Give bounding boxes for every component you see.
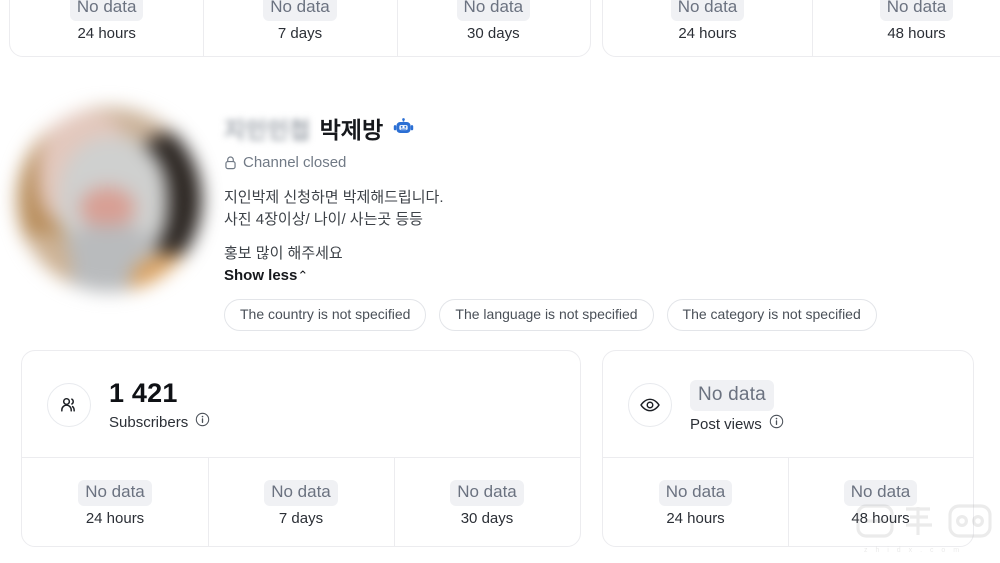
top-right-segment-0: No data 24 hours: [603, 0, 812, 56]
subscribers-header: 1 421 Subscribers: [22, 351, 580, 459]
channel-status-label: Channel closed: [243, 154, 347, 171]
channel-profile: 지인인첩 박제방 Channel closed 지인박제 신청하면 박제해드립니…: [0, 90, 1000, 335]
channel-title-blurred: 지인인첩: [224, 117, 311, 143]
segment-label: 30 days: [460, 510, 514, 527]
status-badge: No data: [450, 480, 524, 506]
subscribers-segment-1: No data 7 days: [208, 458, 394, 546]
post-views-label: Post views: [690, 415, 762, 433]
page-root: No data 24 hours No data 7 days No data …: [0, 0, 1000, 563]
segment-label: 24 hours: [678, 25, 737, 42]
watermark-text: z h i d x . c o m: [864, 547, 963, 554]
status-badge: No data: [78, 480, 152, 506]
profile-info: 지인인첩 박제방 Channel closed 지인박제 신청하면 박제해드립니…: [224, 113, 964, 286]
avatar[interactable]: [17, 107, 202, 292]
show-less-button[interactable]: Show less⌃: [224, 265, 308, 286]
segment-label: 7 days: [277, 25, 323, 42]
post-views-value-wrap: No data: [690, 375, 784, 411]
segment-label: 48 hours: [851, 510, 910, 527]
segment-label: 30 days: [467, 25, 520, 42]
post-views-segment-1: No data 48 hours: [788, 458, 973, 546]
top-left-segment-2: No data 30 days: [396, 0, 590, 56]
tag-country[interactable]: The country is not specified: [224, 299, 427, 331]
post-views-label-row: Post views: [690, 414, 784, 435]
top-left-segment-1: No data 7 days: [203, 0, 396, 56]
channel-status: Channel closed: [224, 153, 964, 172]
post-views-segment-0: No data 24 hours: [603, 458, 788, 546]
page-title: 지인인첩 박제방: [224, 113, 964, 143]
description-line-1: 사진 4장이상/ 나이/ 사는곳 등등: [224, 211, 423, 228]
status-badge: No data: [456, 0, 531, 21]
subscribers-segment-2: No data 30 days: [394, 458, 580, 546]
description-line-0: 지인박제 신청하면 박제해드립니다.: [224, 189, 444, 206]
top-left-segment-0: No data 24 hours: [10, 0, 203, 56]
status-badge: No data: [843, 480, 918, 506]
subscribers-card: 1 421 Subscribers No data 24 hours No da…: [21, 350, 581, 547]
post-views-breakdown: No data 24 hours No data 48 hours: [603, 457, 973, 546]
channel-description: 지인박제 신청하면 박제해드립니다. 사진 4장이상/ 나이/ 사는곳 등등: [224, 187, 964, 231]
subscribers-label: Subscribers: [109, 413, 189, 431]
segment-label: 48 hours: [887, 25, 946, 42]
subscribers-segment-0: No data 24 hours: [22, 458, 208, 546]
top-stats-card-left: No data 24 hours No data 7 days No data …: [9, 0, 591, 57]
post-views-header: No data Post views: [603, 351, 973, 459]
channel-tags: The country is not specified The languag…: [224, 299, 877, 331]
robot-icon: [393, 117, 414, 139]
promo-text: 홍보 많이 해주세요: [224, 245, 343, 262]
people-icon: [47, 383, 91, 427]
status-badge: No data: [879, 0, 954, 21]
tag-category[interactable]: The category is not specified: [666, 299, 877, 331]
info-icon[interactable]: [195, 412, 210, 433]
show-less-label: Show less: [224, 267, 298, 284]
subscribers-breakdown: No data 24 hours No data 7 days No data …: [22, 457, 580, 546]
segment-label: 24 hours: [666, 510, 725, 527]
eye-icon: [628, 383, 672, 427]
top-stats-card-right: No data 24 hours No data 48 hours: [602, 0, 1000, 57]
post-views-card: No data Post views No data 24 hours No d…: [602, 350, 974, 547]
info-icon[interactable]: [769, 414, 784, 435]
status-badge: No data: [69, 0, 144, 21]
tag-language[interactable]: The language is not specified: [439, 299, 654, 331]
subscribers-label-row: Subscribers: [109, 412, 210, 433]
post-views-value: No data: [690, 380, 774, 411]
segment-label: 24 hours: [85, 510, 145, 527]
status-badge: No data: [263, 0, 337, 21]
top-right-segment-1: No data 48 hours: [812, 0, 1000, 56]
chevron-up-icon: ⌃: [297, 268, 309, 283]
channel-title: 박제방: [319, 117, 384, 143]
lock-icon: [224, 155, 237, 170]
subscribers-value: 1 421: [109, 378, 178, 408]
segment-label: 7 days: [278, 510, 324, 527]
status-badge: No data: [264, 480, 338, 506]
segment-label: 24 hours: [77, 25, 136, 42]
status-badge: No data: [670, 0, 745, 21]
status-badge: No data: [658, 480, 733, 506]
